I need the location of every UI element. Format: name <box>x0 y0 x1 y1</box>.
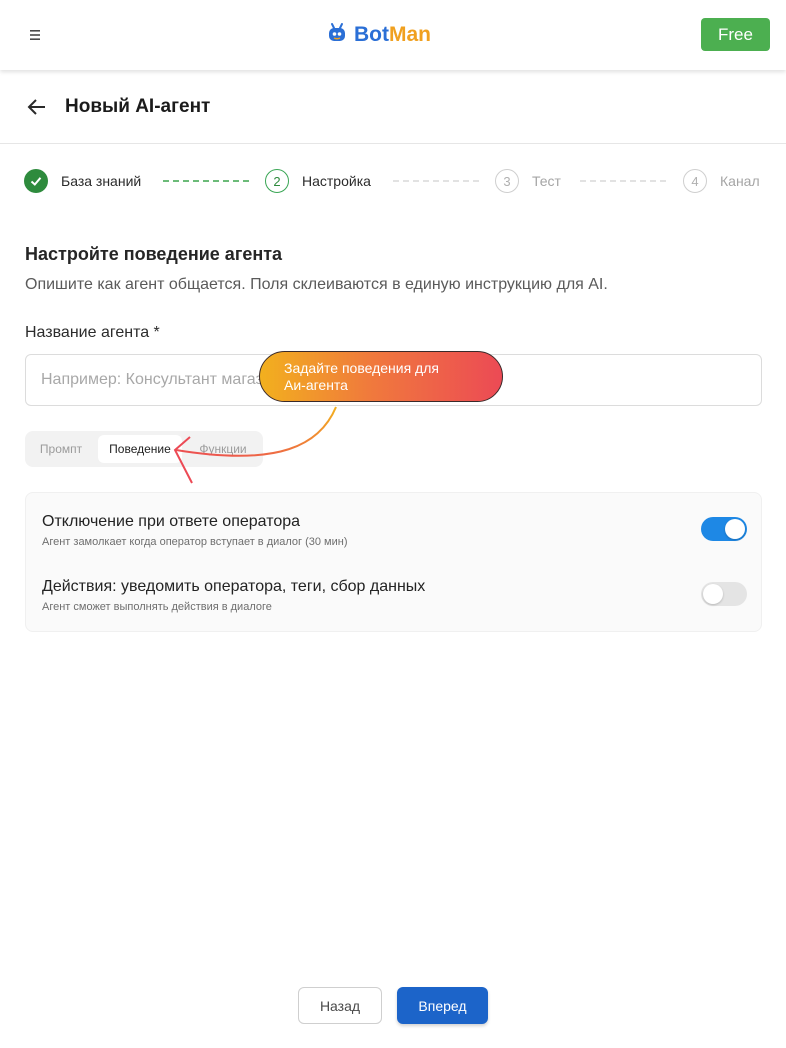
step-connector <box>393 180 479 182</box>
next-button[interactable]: Вперед <box>397 987 488 1024</box>
option-description: Агент замолкает когда оператор вступает … <box>42 536 348 548</box>
logo-text: BotMan <box>354 23 431 46</box>
step-label: Настройка <box>302 173 371 189</box>
step-channel[interactable]: 4 Канал <box>683 169 760 193</box>
hint-tooltip: Задайте поведения для Аи-агента <box>259 351 503 402</box>
agent-name-label: Название агента * <box>25 324 160 341</box>
tooltip-line-1: Задайте поведения для <box>284 360 439 376</box>
step-number: 4 <box>683 169 707 193</box>
checkmark-icon <box>24 169 48 193</box>
step-connector <box>580 180 666 182</box>
page: BotMan Free Новый AI-агент База знаний 2… <box>0 0 786 1048</box>
step-number: 2 <box>265 169 289 193</box>
top-bar: BotMan Free <box>0 0 786 70</box>
behavior-options-card: Отключение при ответе оператора Агент за… <box>25 492 762 632</box>
tab-prompt[interactable]: Промпт <box>31 435 91 463</box>
hamburger-icon[interactable] <box>26 26 44 44</box>
header-divider <box>0 143 786 144</box>
section-title: Настройте поведение агента <box>25 244 283 264</box>
arrow-left-icon[interactable] <box>24 94 50 120</box>
option-description: Агент сможет выполнять действия в диалог… <box>42 601 272 613</box>
toggle-knob <box>725 519 745 539</box>
step-knowledge-base[interactable]: База знаний <box>24 169 141 193</box>
step-settings[interactable]: 2 Настройка <box>265 169 371 193</box>
tooltip-line-2: Аи-агента <box>284 377 348 393</box>
step-number: 3 <box>495 169 519 193</box>
step-label: Тест <box>532 173 561 189</box>
step-label: Канал <box>720 173 760 189</box>
option-title: Действия: уведомить оператора, теги, сбо… <box>42 578 426 595</box>
operator-handoff-toggle[interactable] <box>701 517 747 541</box>
robot-icon <box>326 22 348 49</box>
page-title: Новый AI-агент <box>65 96 211 117</box>
plan-free-button[interactable]: Free <box>701 18 770 51</box>
step-test[interactable]: 3 Тест <box>495 169 561 193</box>
step-connector <box>163 180 249 182</box>
toggle-knob <box>703 584 723 604</box>
section-description: Опишите как агент общается. Поля склеива… <box>25 276 608 293</box>
option-title: Отключение при ответе оператора <box>42 513 301 530</box>
botman-logo[interactable]: BotMan <box>326 20 431 50</box>
step-label: База знаний <box>61 173 142 189</box>
hint-arrow-icon <box>173 406 337 484</box>
back-button[interactable]: Назад <box>298 987 382 1024</box>
actions-toggle[interactable] <box>701 582 747 606</box>
